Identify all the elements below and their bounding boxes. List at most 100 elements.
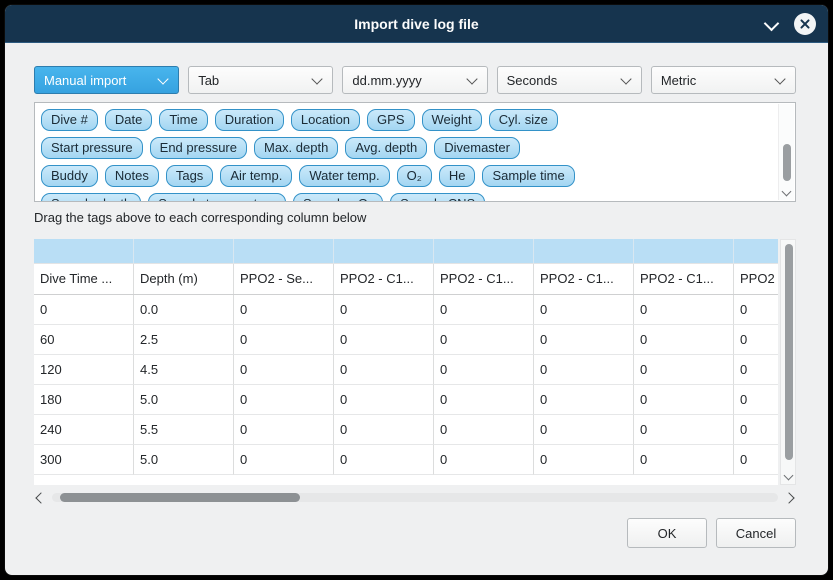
hscroll-thumb[interactable]	[60, 493, 300, 502]
draggable-tag[interactable]: Start pressure	[41, 137, 143, 159]
table-cell: 120	[34, 355, 134, 385]
window-title: Import dive log file	[354, 16, 478, 32]
dialog-footer: OK Cancel	[34, 518, 796, 548]
draggable-tag[interactable]: Time	[159, 109, 207, 131]
table-cell: 5.0	[134, 445, 234, 475]
draggable-tag[interactable]: Date	[105, 109, 152, 131]
table-cell: 0	[534, 295, 634, 325]
combo-value: Manual import	[44, 73, 158, 88]
combo-dropdown-1[interactable]: Tab	[188, 66, 333, 94]
table-vscroll-thumb[interactable]	[785, 244, 793, 460]
table-body: 00.0000000602.50000001204.50000001805.00…	[34, 295, 778, 475]
combo-dropdown-4[interactable]: Metric	[651, 66, 796, 94]
column-header: Dive Time ...	[34, 264, 134, 294]
scroll-down-icon[interactable]	[784, 471, 794, 481]
drop-target-cell[interactable]	[434, 239, 534, 264]
column-header: Depth (m)	[134, 264, 234, 294]
window-menu-chevron-icon[interactable]	[764, 17, 778, 31]
table-cell: 2.5	[134, 325, 234, 355]
table-cell: 0	[334, 295, 434, 325]
draggable-tag[interactable]: Divemaster	[434, 137, 520, 159]
combo-dropdown-3[interactable]: Seconds	[497, 66, 642, 94]
draggable-tag[interactable]: Sample pO₂	[293, 193, 383, 201]
table-cell: 0	[234, 295, 334, 325]
scroll-left-icon[interactable]	[35, 492, 46, 503]
draggable-tag[interactable]: Sample depth	[41, 193, 141, 201]
draggable-tag[interactable]: Air temp.	[220, 165, 292, 187]
drop-target-cell[interactable]	[234, 239, 334, 264]
tag-row: Sample depth Sample temperature Sample pO₂…	[39, 193, 777, 201]
draggable-tag[interactable]: Duration	[215, 109, 284, 131]
table-horizontal-scrollbar[interactable]	[34, 491, 796, 505]
table-row: 2405.5000000	[34, 415, 778, 445]
draggable-tag[interactable]: Avg. depth	[345, 137, 427, 159]
draggable-tag[interactable]: Notes	[105, 165, 159, 187]
drop-target-row	[34, 239, 778, 264]
table-cell: 0	[534, 445, 634, 475]
table-cell: 0	[234, 445, 334, 475]
table-cell: 4.5	[134, 355, 234, 385]
draggable-tag[interactable]: GPS	[367, 109, 414, 131]
draggable-tag[interactable]: O₂	[397, 165, 432, 187]
drop-target-cell[interactable]	[134, 239, 234, 264]
close-button[interactable]	[794, 13, 816, 35]
drop-target-cell[interactable]	[334, 239, 434, 264]
draggable-tag[interactable]: Sample time	[482, 165, 574, 187]
table-cell: 0	[634, 355, 734, 385]
draggable-tag[interactable]: End pressure	[150, 137, 247, 159]
draggable-tag[interactable]: Dive #	[41, 109, 98, 131]
table-cell: 0	[234, 415, 334, 445]
table-cell: 0	[434, 325, 534, 355]
combo-dropdown-0[interactable]: Manual import	[34, 66, 179, 94]
table-cell: 5.0	[134, 385, 234, 415]
draggable-tag[interactable]: He	[439, 165, 476, 187]
table-cell: 0	[734, 445, 778, 475]
hscroll-track[interactable]	[52, 493, 778, 502]
tag-area: Dive # Date Time Duration Location GPS Weight C…	[34, 102, 796, 202]
table-cell: 0	[534, 415, 634, 445]
combo-dropdown-2[interactable]: dd.mm.yyyy	[342, 66, 487, 94]
draggable-tag[interactable]: Sample CNS	[390, 193, 485, 201]
table-cell: 0	[634, 445, 734, 475]
draggable-tag[interactable]: Location	[291, 109, 360, 131]
draggable-tag[interactable]: Weight	[422, 109, 482, 131]
combo-value: Seconds	[507, 73, 621, 88]
table-cell: 0	[434, 415, 534, 445]
drop-target-cell[interactable]	[634, 239, 734, 264]
tag-row: Buddy Notes Tags Air temp. Water temp. O₂ He Sa…	[39, 165, 777, 187]
table-row: 00.0000000	[34, 295, 778, 325]
column-header: PPO2 - Se...	[234, 264, 334, 294]
table-row: 1805.0000000	[34, 385, 778, 415]
draggable-tag[interactable]: Water temp.	[299, 165, 389, 187]
table-cell: 0	[734, 295, 778, 325]
table-vertical-scrollbar[interactable]	[780, 239, 796, 485]
table-cell: 0	[434, 295, 534, 325]
draggable-tag[interactable]: Max. depth	[254, 137, 338, 159]
chevron-down-icon	[467, 75, 478, 86]
table-cell: 0	[434, 355, 534, 385]
cancel-button[interactable]: Cancel	[716, 518, 796, 548]
table-cell: 0	[34, 295, 134, 325]
ok-button[interactable]: OK	[627, 518, 707, 548]
drop-target-cell[interactable]	[534, 239, 634, 264]
titlebar[interactable]: Import dive log file	[5, 5, 828, 43]
tag-scrollbar[interactable]	[778, 104, 794, 200]
draggable-tag[interactable]: Buddy	[41, 165, 98, 187]
table-cell: 300	[34, 445, 134, 475]
tag-scrollbar-thumb[interactable]	[783, 144, 791, 180]
table-cell: 0	[634, 415, 734, 445]
draggable-tag[interactable]: Cyl. size	[489, 109, 558, 131]
table-cell: 0	[334, 325, 434, 355]
table-cell: 0	[534, 325, 634, 355]
drop-target-cell[interactable]	[734, 239, 778, 264]
draggable-tag[interactable]: Sample temperature	[148, 193, 286, 201]
tag-area-content: Dive # Date Time Duration Location GPS Weight C…	[35, 103, 777, 201]
scroll-down-icon[interactable]	[782, 187, 792, 197]
draggable-tag[interactable]: Tags	[166, 165, 213, 187]
table-row: 602.5000000	[34, 325, 778, 355]
scroll-right-icon[interactable]	[783, 492, 794, 503]
table-row: 1204.5000000	[34, 355, 778, 385]
table-cell: 0	[234, 355, 334, 385]
preview-table-area: Dive Time ...Depth (m)PPO2 - Se...PPO2 -…	[34, 239, 796, 485]
drop-target-cell[interactable]	[34, 239, 134, 264]
